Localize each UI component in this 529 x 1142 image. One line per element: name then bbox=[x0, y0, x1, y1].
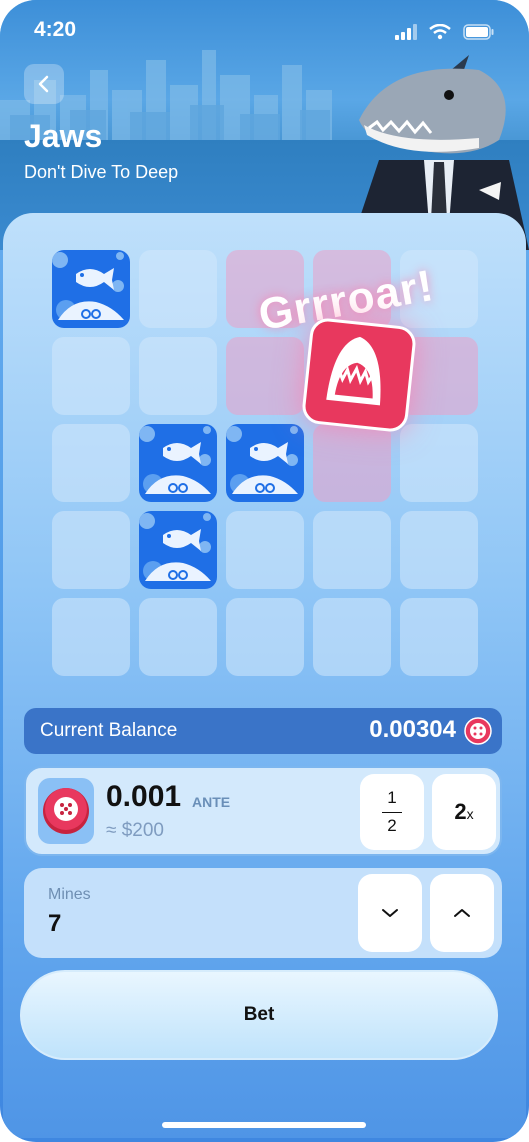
fish-icon bbox=[52, 252, 124, 320]
shark-mouth-icon bbox=[300, 316, 418, 434]
fish-icon bbox=[226, 426, 298, 494]
half-numerator: 1 bbox=[387, 788, 397, 807]
grid-tile[interactable] bbox=[400, 598, 478, 676]
mines-increase-button[interactable] bbox=[430, 874, 494, 952]
mines-value: 7 bbox=[48, 910, 62, 937]
grid-tile[interactable] bbox=[52, 598, 130, 676]
double-value: 2 bbox=[454, 799, 467, 824]
grid-tile[interactable] bbox=[226, 598, 304, 676]
battery-icon bbox=[463, 24, 494, 40]
balance-label: Current Balance bbox=[40, 720, 178, 741]
revealed-fish-tile[interactable] bbox=[139, 424, 217, 502]
balance-bar: Current Balance 0.00304 bbox=[24, 708, 502, 754]
bet-unit: ANTE bbox=[192, 794, 231, 810]
grid-tile[interactable] bbox=[313, 424, 391, 502]
revealed-fish-tile[interactable] bbox=[52, 250, 130, 328]
game-subtitle: Don't Dive To Deep bbox=[24, 162, 179, 182]
half-denominator: 2 bbox=[387, 816, 397, 835]
grid-tile[interactable] bbox=[400, 424, 478, 502]
grid-tile[interactable] bbox=[139, 337, 217, 415]
revealed-fish-tile[interactable] bbox=[139, 511, 217, 589]
fish-icon bbox=[139, 513, 211, 581]
chevron-down-icon bbox=[382, 909, 398, 917]
grid-tile[interactable] bbox=[226, 511, 304, 589]
back-button[interactable] bbox=[24, 64, 64, 104]
signal-icon bbox=[395, 24, 417, 40]
balance-value: 0.00304 bbox=[369, 716, 456, 743]
mines-decrease-button[interactable] bbox=[358, 874, 422, 952]
half-bet-button[interactable]: 1 2 bbox=[360, 774, 424, 850]
game-title: Jaws bbox=[24, 118, 103, 154]
mines-label: Mines bbox=[48, 886, 91, 903]
fish-icon bbox=[139, 426, 211, 494]
wifi-icon bbox=[429, 24, 451, 40]
bet-amount-card: 0.001 ANTE ≈ $200 1 2 2x bbox=[24, 766, 502, 856]
grid-tile[interactable] bbox=[226, 337, 304, 415]
grid-tile[interactable] bbox=[52, 511, 130, 589]
chevron-up-icon bbox=[454, 909, 470, 917]
fraction-bar bbox=[382, 812, 402, 813]
grid-tile[interactable] bbox=[139, 250, 217, 328]
bet-usd-value: ≈ $200 bbox=[106, 820, 164, 841]
bet-chip bbox=[38, 778, 94, 844]
grid-tile[interactable] bbox=[52, 337, 130, 415]
bet-button[interactable]: Bet bbox=[20, 970, 498, 1060]
grid-tile[interactable] bbox=[313, 511, 391, 589]
grid-tile[interactable] bbox=[52, 424, 130, 502]
status-bar: 4:20 bbox=[0, 18, 529, 54]
grid-tile[interactable] bbox=[313, 598, 391, 676]
revealed-fish-tile[interactable] bbox=[226, 424, 304, 502]
clock-time: 4:20 bbox=[34, 18, 77, 41]
bet-amount-value[interactable]: 0.001 bbox=[106, 780, 181, 814]
mines-selector: Mines 7 bbox=[24, 868, 502, 958]
double-suffix: x bbox=[466, 806, 474, 822]
chip-icon bbox=[43, 788, 89, 834]
home-indicator[interactable] bbox=[162, 1122, 366, 1128]
chevron-left-icon bbox=[38, 75, 49, 93]
grid-tile[interactable] bbox=[139, 598, 217, 676]
chip-icon bbox=[464, 717, 492, 745]
app-screen: 4:20 Jaws Don't Dive To Deep Grrroar! Cu… bbox=[0, 0, 529, 1142]
grid-tile[interactable] bbox=[400, 511, 478, 589]
double-bet-button[interactable]: 2x bbox=[432, 774, 496, 850]
status-icons bbox=[395, 24, 495, 40]
